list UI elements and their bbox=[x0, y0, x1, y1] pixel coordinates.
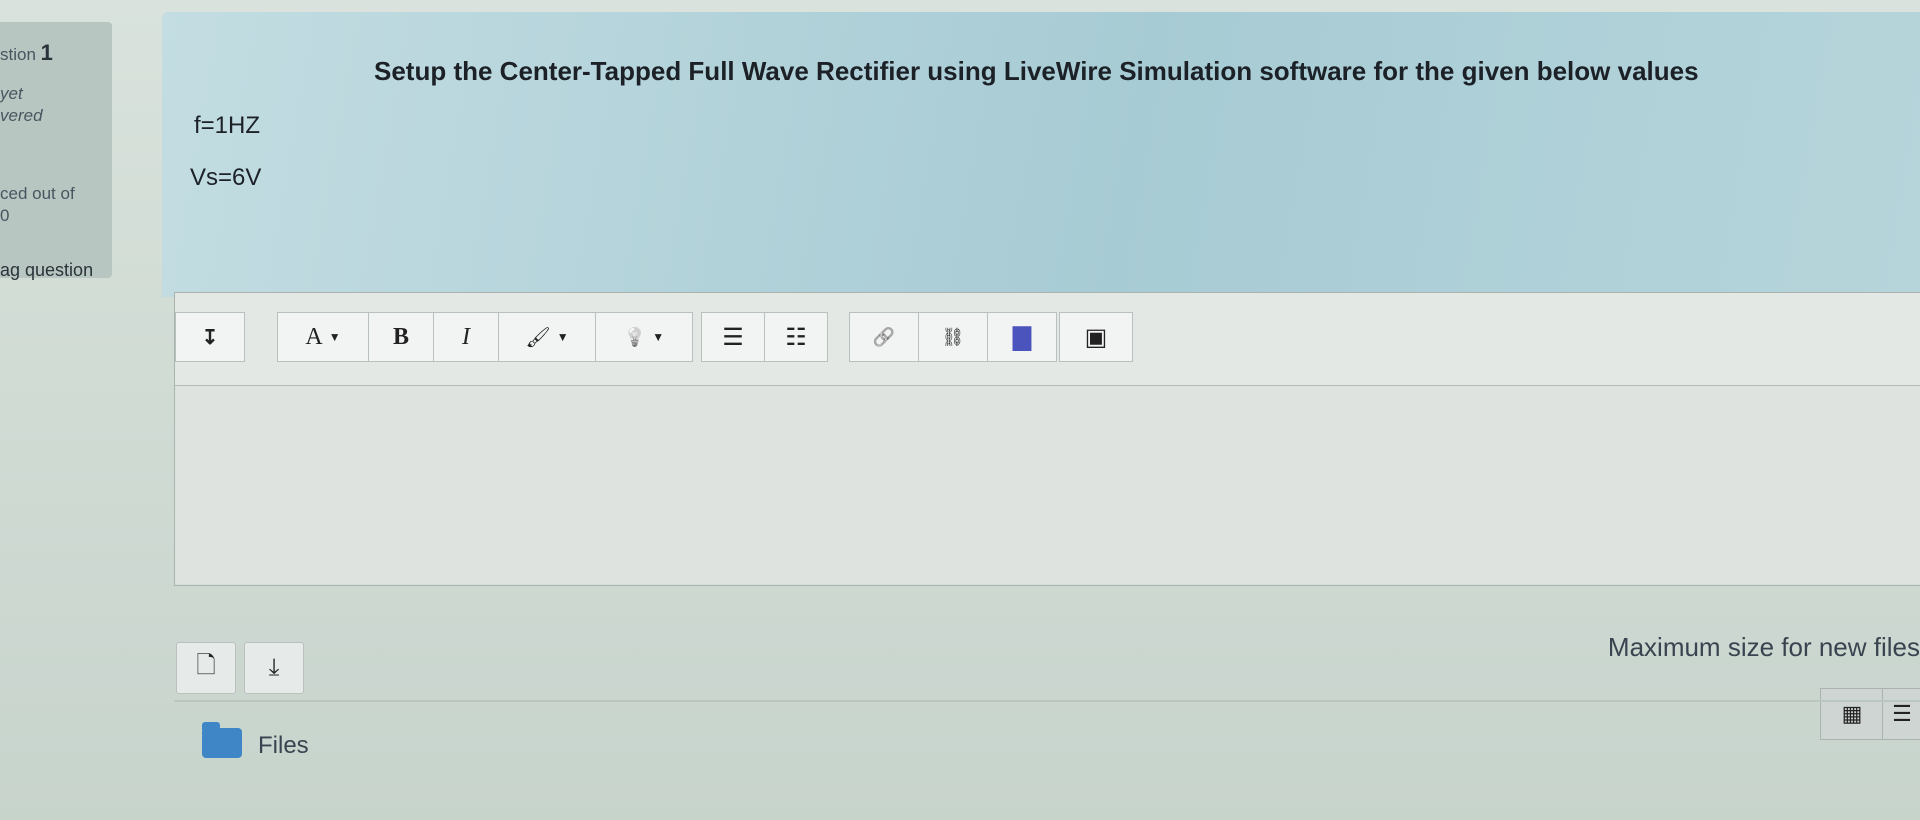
editor-toolbar: ↧ A ▼ B I 🖌 ▼ 💡 ▼ ☰ ☷ 🔗 ⛓ ▇ ▣ bbox=[175, 293, 1920, 386]
bulb-icon: 💡 bbox=[623, 326, 647, 347]
font-style-button[interactable]: A ▼ bbox=[277, 312, 369, 362]
ordered-list-button[interactable]: ☷ bbox=[764, 312, 828, 362]
image-icon: ▣ bbox=[1084, 323, 1108, 351]
question-status: yet bbox=[0, 84, 23, 103]
answer-editor: ↧ A ▼ B I 🖌 ▼ 💡 ▼ ☰ ☷ 🔗 ⛓ ▇ ▣ bbox=[174, 292, 1920, 586]
expand-icon: ↧ bbox=[201, 326, 219, 349]
toolbar-group-lists: ☰ ☷ bbox=[701, 311, 828, 363]
brush-icon: 🖌 bbox=[525, 326, 551, 349]
teams-meeting-button[interactable]: ▇ bbox=[987, 312, 1057, 362]
italic-label: I bbox=[462, 323, 470, 350]
link-icon: 🔗 bbox=[872, 326, 896, 347]
question-text-panel: Setup the Center-Tapped Full Wave Rectif… bbox=[162, 12, 1920, 297]
folder-icon[interactable] bbox=[202, 722, 242, 758]
chevron-down-icon: ▼ bbox=[652, 330, 665, 344]
question-heading: Setup the Center-Tapped Full Wave Rectif… bbox=[374, 56, 1699, 86]
question-value-frequency: f=1HZ bbox=[194, 112, 261, 139]
max-file-size-text: Maximum size for new files bbox=[1607, 632, 1920, 662]
toolbar-group-expand: ↧ bbox=[175, 311, 245, 363]
question-info-panel: stion 1 yet vered ced out of 0 ag questi… bbox=[0, 22, 112, 281]
unordered-list-icon: ☰ bbox=[722, 323, 744, 351]
bold-label: B bbox=[392, 323, 409, 350]
file-manager-area bbox=[174, 700, 1920, 742]
chevron-down-icon: ▼ bbox=[556, 330, 569, 344]
unlink-icon: ⛓ bbox=[941, 326, 965, 347]
toolbar-group-links: 🔗 ⛓ ▇ bbox=[849, 311, 1057, 363]
text-color-button[interactable]: 🖌 ▼ bbox=[498, 312, 596, 362]
files-folder-label[interactable]: Files bbox=[258, 732, 309, 760]
question-number: stion 1 bbox=[0, 40, 53, 65]
add-file-button[interactable]: 🗋 bbox=[176, 642, 236, 694]
toolbar-group-format: A ▼ B I 🖌 ▼ 💡 ▼ bbox=[277, 311, 693, 363]
bold-button[interactable]: B bbox=[368, 312, 434, 362]
editor-content-area[interactable] bbox=[175, 386, 1920, 584]
toolbar-group-media: ▣ bbox=[1059, 311, 1133, 363]
teams-icon: ▇ bbox=[1012, 323, 1032, 351]
question-marks-value: 0 bbox=[0, 206, 10, 225]
unordered-list-button[interactable]: ☰ bbox=[701, 312, 765, 362]
question-status-cont: vered bbox=[0, 106, 43, 125]
page: stion 1 yet vered ced out of 0 ag questi… bbox=[0, 0, 1920, 820]
file-icon: 🗋 bbox=[196, 651, 216, 679]
question-marks: ced out of bbox=[0, 184, 75, 203]
unlink-button[interactable]: ⛓ bbox=[918, 312, 988, 362]
insert-image-button[interactable]: ▣ bbox=[1059, 312, 1133, 362]
italic-button[interactable]: I bbox=[433, 312, 499, 362]
download-icon: ⤓ bbox=[268, 654, 280, 681]
link-button[interactable]: 🔗 bbox=[849, 312, 919, 362]
font-style-label: A bbox=[305, 323, 323, 350]
download-button[interactable]: ⤓ bbox=[244, 642, 304, 694]
flag-question-link[interactable]: ag question bbox=[0, 260, 93, 281]
expand-toolbar-button[interactable]: ↧ bbox=[175, 312, 245, 362]
question-value-voltage: Vs=6V bbox=[190, 164, 262, 191]
chevron-down-icon: ▼ bbox=[328, 329, 341, 344]
highlight-button[interactable]: 💡 ▼ bbox=[595, 312, 693, 362]
ordered-list-icon: ☷ bbox=[785, 323, 807, 351]
